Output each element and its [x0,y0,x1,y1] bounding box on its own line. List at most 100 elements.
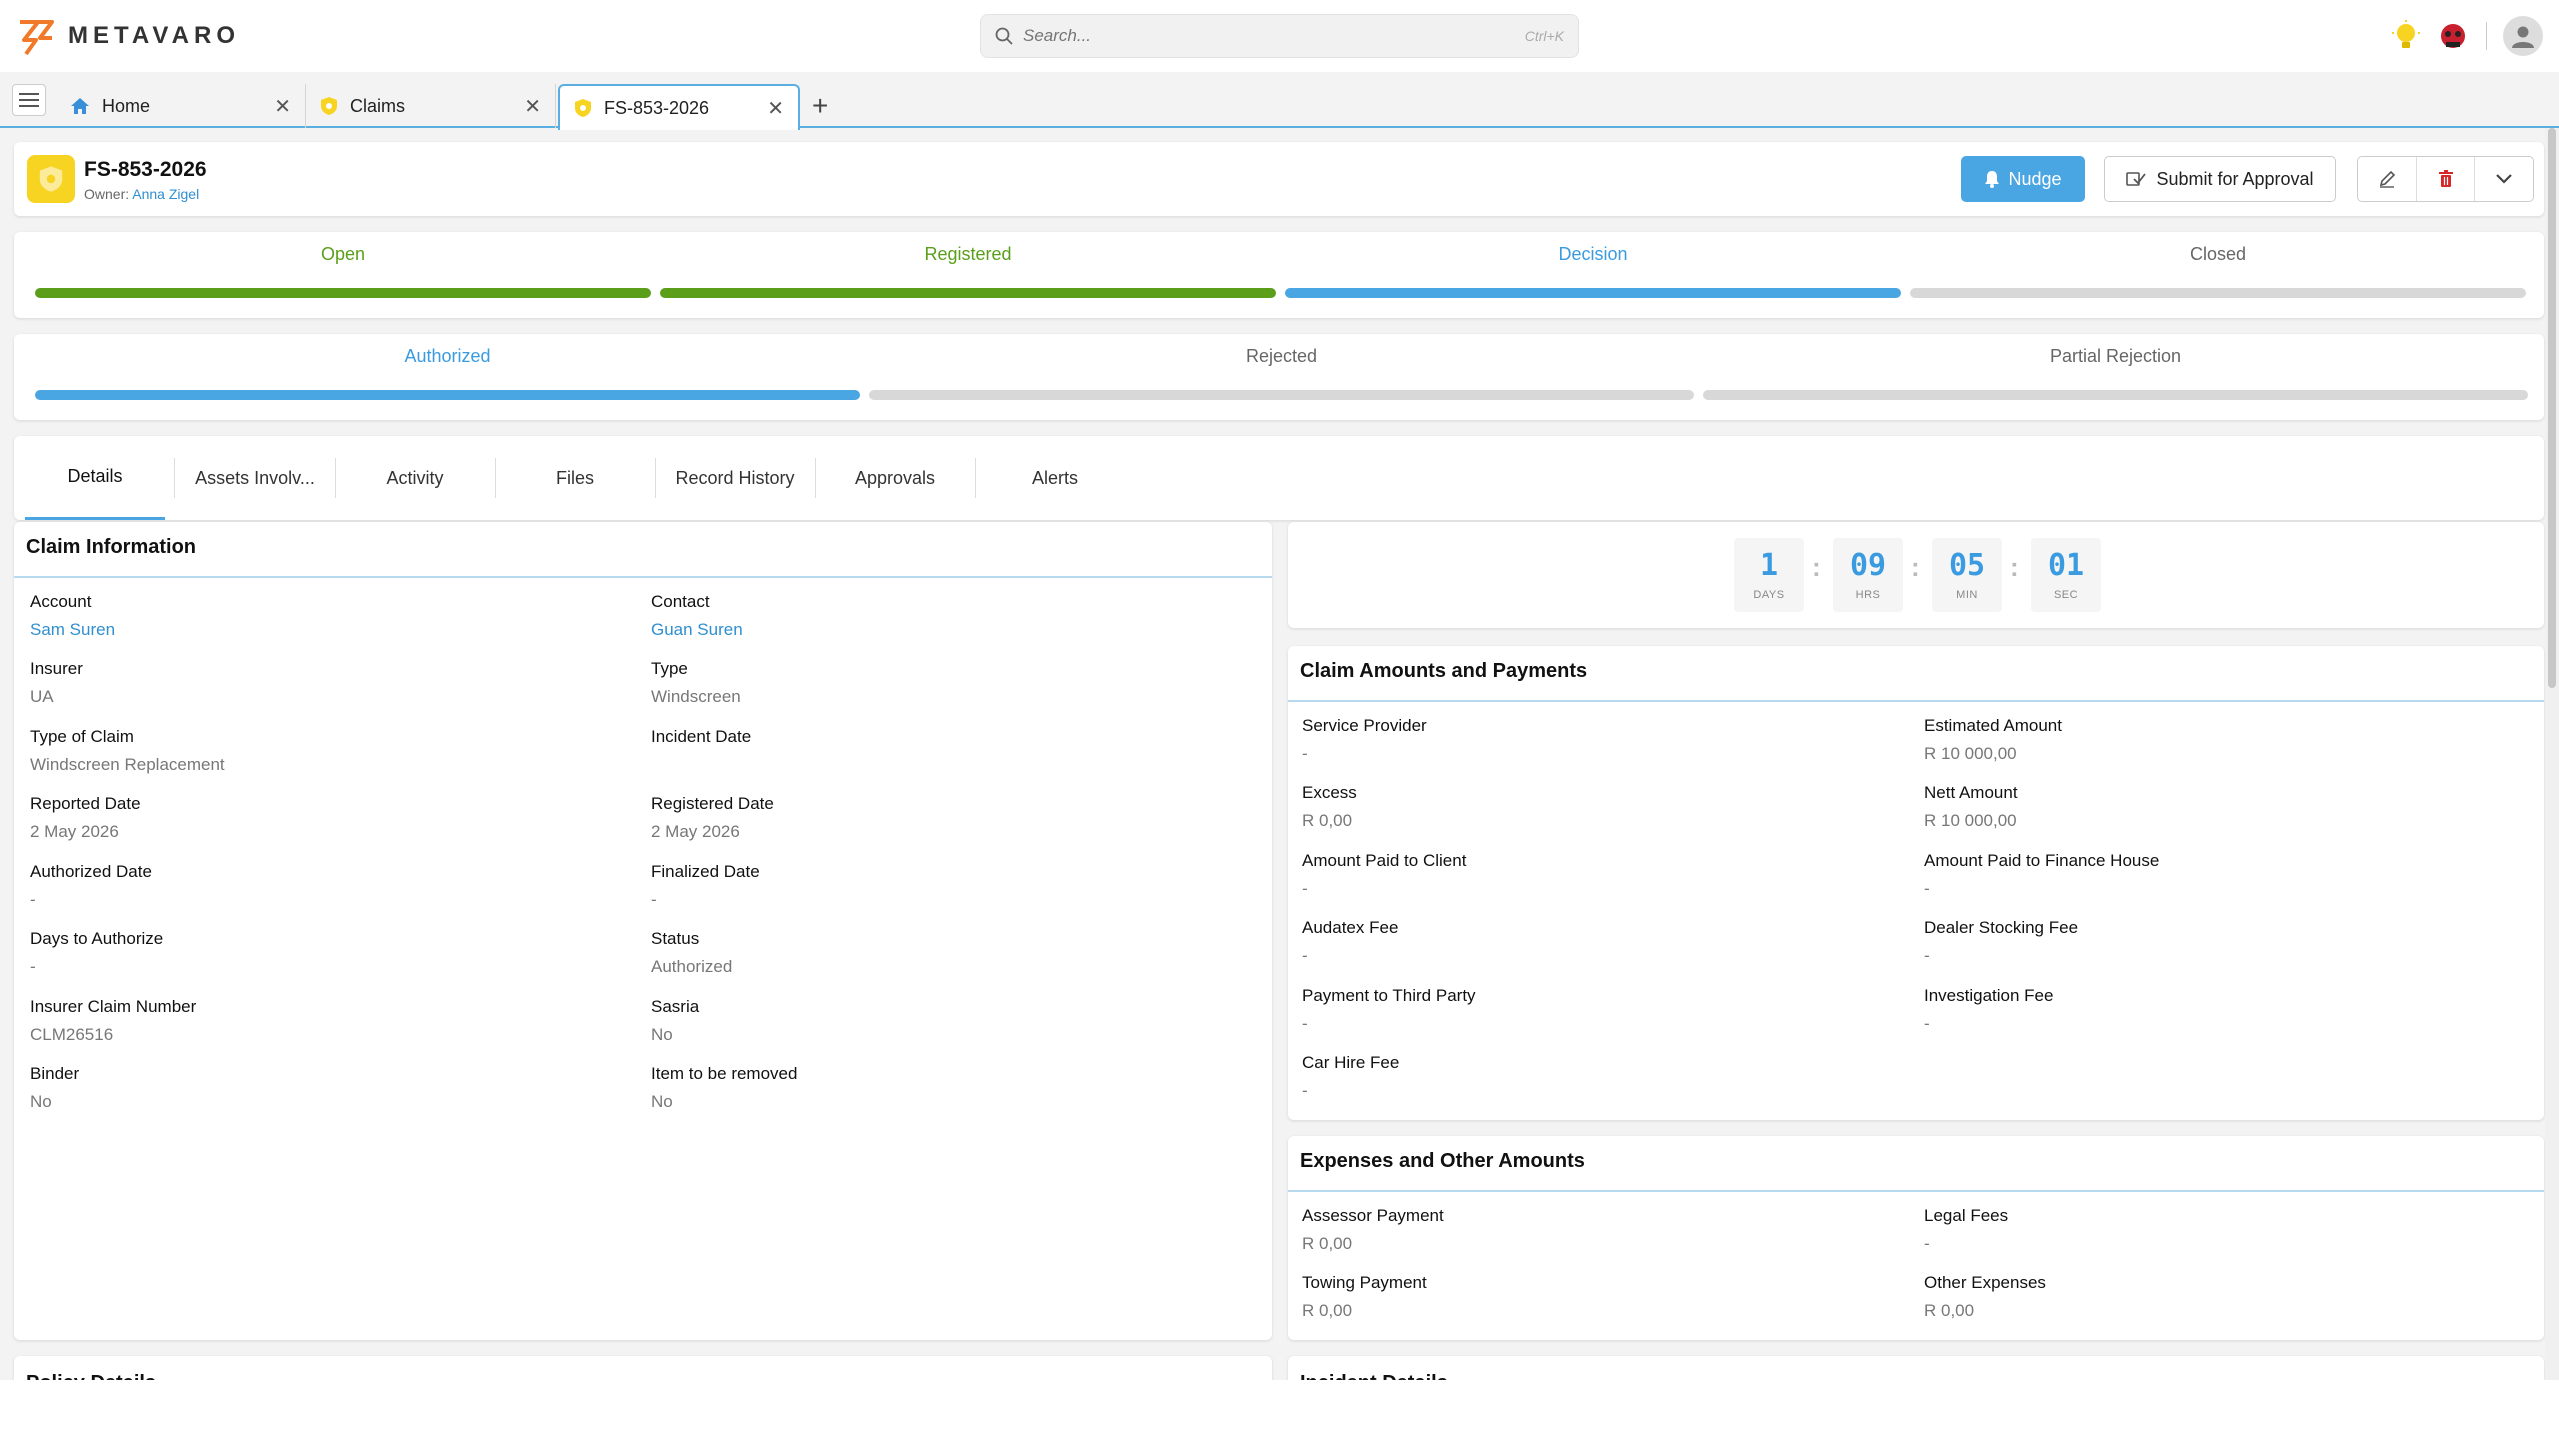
tab-alerts[interactable]: Alerts [975,436,1135,520]
stage-open[interactable]: Open [35,232,651,318]
field-dealer-stocking-fee: Dealer Stocking Fee - [1924,918,2078,966]
section-divider [1288,1190,2544,1192]
field-label: Excess [1302,783,1357,802]
more-actions-button[interactable] [2475,157,2533,201]
window-bottom-area [0,1380,2559,1440]
timer-unit: DAYS [1753,589,1785,601]
tab-record[interactable]: FS-853-2026 ✕ [558,84,800,130]
substage-rejected[interactable]: Rejected [869,334,1694,420]
field-insurer: Insurer UA [30,659,83,707]
top-right-actions [2392,16,2543,56]
field-label: Reported Date [30,794,141,813]
field-value: R 10 000,00 [1924,811,2017,830]
tab-details[interactable]: Details [25,436,165,520]
field-amount-paid-to-finance-house: Amount Paid to Finance House - [1924,851,2159,899]
menu-button[interactable] [12,84,46,116]
add-tab-button[interactable]: + [812,90,828,122]
notifications-icon[interactable] [2436,20,2470,52]
field-insurer-claim-number: Insurer Claim Number CLM26516 [30,997,196,1045]
field-value: - [30,890,36,909]
user-avatar[interactable] [2503,16,2543,56]
app-window: METAVARO Ctrl+K [0,0,2559,1380]
stage-decision[interactable]: Decision [1285,232,1901,318]
scrollbar-thumb[interactable] [2548,128,2556,688]
field-type: Type Windscreen [651,659,741,707]
field-status: Status Authorized [651,929,732,977]
field-nett-amount: Nett Amount R 10 000,00 [1924,783,2018,831]
field-assessor-payment: Assessor Payment R 0,00 [1302,1206,1444,1254]
field-other-expenses: Other Expenses R 0,00 [1924,1273,2046,1321]
account-link[interactable]: Sam Suren [30,620,115,640]
owner-link[interactable]: Anna Zigel [132,186,199,202]
section-title: Claim Information [26,536,197,558]
field-legal-fees: Legal Fees - [1924,1206,2008,1254]
field-value: - [30,957,36,976]
field-label: Days to Authorize [30,929,164,948]
field-label: Incident Date [651,727,752,746]
tab-assets-involved[interactable]: Assets Involv... [175,436,335,520]
field-value: - [1924,946,1930,965]
field-label: Type [651,659,688,678]
global-search[interactable]: Ctrl+K [980,14,1579,58]
field-incident-date: Incident Date [651,727,751,755]
stage-bar [660,288,1276,298]
tab-record-history[interactable]: Record History [655,436,815,520]
close-icon[interactable]: ✕ [524,94,541,119]
section-title: Claim Amounts and Payments [1300,660,1588,682]
field-value: UA [30,687,54,706]
field-label: Registered Date [651,794,774,813]
tab-activity[interactable]: Activity [335,436,495,520]
field-label: Binder [30,1064,80,1083]
stage-closed[interactable]: Closed [1910,232,2526,318]
nudge-button[interactable]: Nudge [1961,156,2085,202]
section-title: Expenses and Other Amounts [1300,1150,1585,1172]
search-shortcut: Ctrl+K [1524,28,1564,44]
close-icon[interactable]: ✕ [274,94,291,119]
field-value: Windscreen [651,687,741,706]
timer-value: 01 [2047,548,2085,583]
record-type-icon [27,155,75,203]
field-value: - [1302,879,1308,898]
user-icon [2512,26,2534,48]
page-scrollbar[interactable] [2545,128,2559,1380]
brand-logo[interactable]: METAVARO [16,16,240,56]
field-value: - [651,890,657,909]
field-label: Estimated Amount [1924,716,2062,735]
edit-button[interactable] [2358,157,2417,201]
record-owner: Owner: Anna Zigel [84,186,199,202]
brand-name: METAVARO [68,22,240,49]
lightbulb-icon[interactable] [2392,20,2420,52]
timer-minutes: 05 MIN [1932,538,2002,612]
substage-label: Authorized [404,346,491,366]
search-input[interactable] [1023,26,1525,46]
stage-registered[interactable]: Registered [660,232,1276,318]
field-label: Amount Paid to Client [1302,851,1467,870]
substage-bar [1703,390,2528,400]
delete-button[interactable] [2417,157,2476,201]
logo-icon [20,20,54,56]
field-registered-date: Registered Date 2 May 2026 [651,794,774,842]
tab-approvals[interactable]: Approvals [815,436,975,520]
submit-for-approval-button[interactable]: Submit for Approval [2104,156,2336,202]
timer-colon: : [1911,552,1920,582]
close-icon[interactable]: ✕ [767,96,784,121]
field-label: Car Hire Fee [1302,1053,1400,1072]
decision-substages: Authorized Rejected Partial Rejection [14,334,2544,420]
tab-home[interactable]: Home ✕ [56,84,306,128]
substage-partial-rejection[interactable]: Partial Rejection [1703,334,2528,420]
tab-files[interactable]: Files [495,436,655,520]
field-label: Insurer Claim Number [30,997,197,1016]
contact-link[interactable]: Guan Suren [651,620,743,640]
nudge-label: Nudge [2008,168,2062,189]
pencil-icon [2379,170,2395,188]
tab-label: FS-853-2026 [604,97,710,118]
field-label: Finalized Date [651,862,760,881]
timer-colon: : [2010,552,2019,582]
tab-claims[interactable]: Claims ✕ [306,84,556,128]
chevron-down-icon [2496,174,2512,184]
field-label: Assessor Payment [1302,1206,1444,1225]
substage-authorized[interactable]: Authorized [35,334,860,420]
field-value: - [1302,1014,1308,1033]
field-label: Type of Claim [30,727,134,746]
field-days-to-authorize: Days to Authorize - [30,929,163,977]
